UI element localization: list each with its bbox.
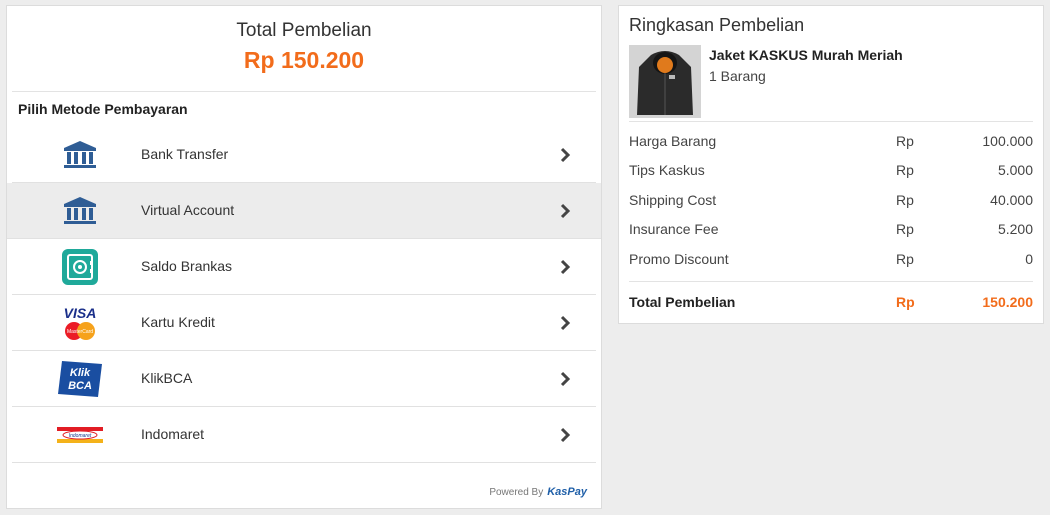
chevron-right-icon [560, 427, 571, 443]
bank-icon [54, 183, 106, 238]
method-label: Indomaret [141, 426, 205, 442]
total-label: Total Pembelian [629, 294, 736, 310]
price-row: Promo Discount Rp 0 [629, 245, 1033, 274]
price-row: Shipping Cost Rp 40.000 [629, 186, 1033, 215]
method-kartu-kredit[interactable]: VISA MasterCard Kartu Kredit [12, 295, 596, 351]
total-title: Total Pembelian [236, 20, 372, 41]
purchase-summary-panel: Ringkasan Pembelian Jaket KASKUS Murah M… [618, 5, 1044, 324]
price-row: Insurance Fee Rp 5.200 [629, 215, 1033, 244]
total-amount: Rp 150.200 [243, 47, 365, 73]
method-label: Bank Transfer [141, 146, 229, 162]
method-label: Kartu Kredit [141, 314, 215, 330]
method-virtual-account[interactable]: Virtual Account [7, 183, 601, 239]
price-currency: Rp [896, 250, 914, 267]
kaspay-logo: KasPay [547, 486, 587, 498]
total-header: Total Pembelian Rp 150.200 [12, 6, 596, 92]
method-list: Bank Transfer Virtual Account Saldo Bran… [7, 127, 601, 463]
method-label: Virtual Account [141, 202, 235, 218]
price-row: Harga Barang Rp 100.000 [629, 127, 1033, 156]
payment-method-panel: Total Pembelian Rp 150.200 Pilih Metode … [6, 5, 602, 509]
product-qty: 1 Barang [709, 68, 766, 84]
price-value: 5.200 [997, 221, 1033, 238]
price-value: 40.000 [990, 191, 1033, 208]
safe-icon [54, 239, 106, 294]
price-breakdown: Harga Barang Rp 100.000 Tips Kaskus Rp 5… [629, 127, 1033, 274]
price-label: Promo Discount [629, 250, 729, 267]
chevron-right-icon [560, 203, 571, 219]
powered-by: Powered By KasPay [489, 486, 587, 498]
price-currency: Rp [896, 221, 914, 238]
summary-title: Ringkasan Pembelian [629, 15, 805, 35]
chevron-right-icon [560, 147, 571, 163]
method-label: KlikBCA [141, 370, 193, 386]
price-label: Insurance Fee [629, 221, 719, 238]
method-heading: Pilih Metode Pembayaran [18, 101, 188, 117]
method-bank-transfer[interactable]: Bank Transfer [12, 127, 596, 183]
price-label: Shipping Cost [629, 191, 717, 208]
total-row: Total Pembelian Rp 150.200 [629, 281, 1033, 320]
total-currency: Rp [896, 294, 915, 310]
method-indomaret[interactable]: Indomaret Indomaret [12, 407, 596, 463]
visa-mastercard-icon: VISA MasterCard [54, 295, 106, 350]
klikbca-icon: Klik BCA [54, 351, 106, 406]
price-label: Tips Kaskus [629, 162, 705, 179]
price-value: 0 [1025, 250, 1033, 267]
svg-text:BCA: BCA [68, 380, 92, 392]
method-saldo-brankas[interactable]: Saldo Brankas [12, 239, 596, 295]
chevron-right-icon [560, 371, 571, 387]
product-image [629, 45, 701, 118]
svg-text:MasterCard: MasterCard [67, 329, 93, 335]
svg-text:Indomaret: Indomaret [69, 433, 92, 439]
svg-text:VISA: VISA [64, 305, 97, 321]
price-currency: Rp [896, 133, 914, 149]
chevron-right-icon [560, 259, 571, 275]
method-label: Saldo Brankas [141, 258, 233, 274]
method-klikbca[interactable]: Klik BCA KlikBCA [12, 351, 596, 407]
chevron-right-icon [560, 315, 571, 331]
price-currency: Rp [896, 162, 914, 179]
product-name: Jaket KASKUS Murah Meriah [709, 47, 903, 63]
bank-icon [54, 127, 106, 182]
svg-text:Klik: Klik [70, 367, 91, 379]
powered-by-text: Powered By [489, 486, 544, 498]
price-label: Harga Barang [629, 133, 717, 149]
price-value: 5.000 [997, 162, 1033, 179]
price-row: Tips Kaskus Rp 5.000 [629, 156, 1033, 185]
total-value: 150.200 [982, 294, 1033, 310]
product-item: Jaket KASKUS Murah Meriah 1 Barang [629, 44, 1033, 122]
price-value: 100.000 [982, 133, 1033, 149]
price-currency: Rp [896, 191, 914, 208]
indomaret-icon: Indomaret [54, 407, 106, 462]
